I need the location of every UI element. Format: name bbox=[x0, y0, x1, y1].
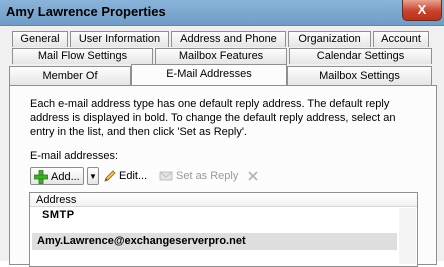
tab-general[interactable]: General bbox=[12, 31, 68, 47]
add-label: Add... bbox=[51, 171, 80, 183]
tab-user-information[interactable]: User Information bbox=[70, 31, 169, 47]
description-text: Each e-mail address type has one default… bbox=[30, 98, 396, 138]
tab-organization[interactable]: Organization bbox=[288, 31, 371, 47]
remove-button[interactable] bbox=[247, 167, 261, 185]
group-header-smtp: SMTP bbox=[42, 209, 75, 221]
edit-label: Edit... bbox=[119, 170, 148, 182]
title-bar[interactable]: Amy Lawrence Properties X bbox=[0, 0, 444, 26]
set-as-reply-label: Set as Reply bbox=[176, 170, 239, 182]
e-mail-addresses-label: E-mail addresses: bbox=[30, 150, 119, 162]
list-item-address[interactable]: Amy.Lawrence@exchangeserverpro.net bbox=[37, 235, 246, 247]
chevron-down-icon: ▼ bbox=[89, 172, 97, 181]
add-dropdown-button[interactable]: ▼ bbox=[87, 167, 99, 185]
tab-account[interactable]: Account bbox=[373, 31, 429, 47]
properties-dialog: Amy Lawrence Properties X General User I… bbox=[0, 0, 444, 267]
tab-mailbox-settings[interactable]: Mailbox Settings bbox=[287, 66, 432, 85]
list-scrollbar[interactable] bbox=[399, 208, 416, 264]
add-button[interactable]: Add... bbox=[30, 167, 84, 185]
tab-member-of[interactable]: Member Of bbox=[9, 66, 131, 85]
tab-e-mail-addresses[interactable]: E-Mail Addresses bbox=[131, 64, 287, 86]
pencil-icon bbox=[103, 169, 117, 183]
close-button[interactable]: X bbox=[402, 0, 442, 21]
window-title: Amy Lawrence Properties bbox=[6, 4, 166, 19]
close-icon: X bbox=[417, 2, 427, 17]
x-delete-icon bbox=[247, 170, 259, 182]
edit-button[interactable]: Edit... bbox=[103, 167, 161, 185]
tab-address-and-phone[interactable]: Address and Phone bbox=[171, 31, 286, 47]
address-column-header[interactable]: Address bbox=[30, 193, 417, 207]
tab-calendar-settings[interactable]: Calendar Settings bbox=[289, 48, 432, 64]
green-plus-icon bbox=[34, 170, 48, 184]
tab-mailbox-features[interactable]: Mailbox Features bbox=[155, 48, 287, 64]
mail-reply-icon bbox=[159, 170, 173, 182]
tab-mail-flow-settings[interactable]: Mail Flow Settings bbox=[12, 48, 153, 64]
set-as-reply-button[interactable]: Set as Reply bbox=[159, 167, 239, 185]
